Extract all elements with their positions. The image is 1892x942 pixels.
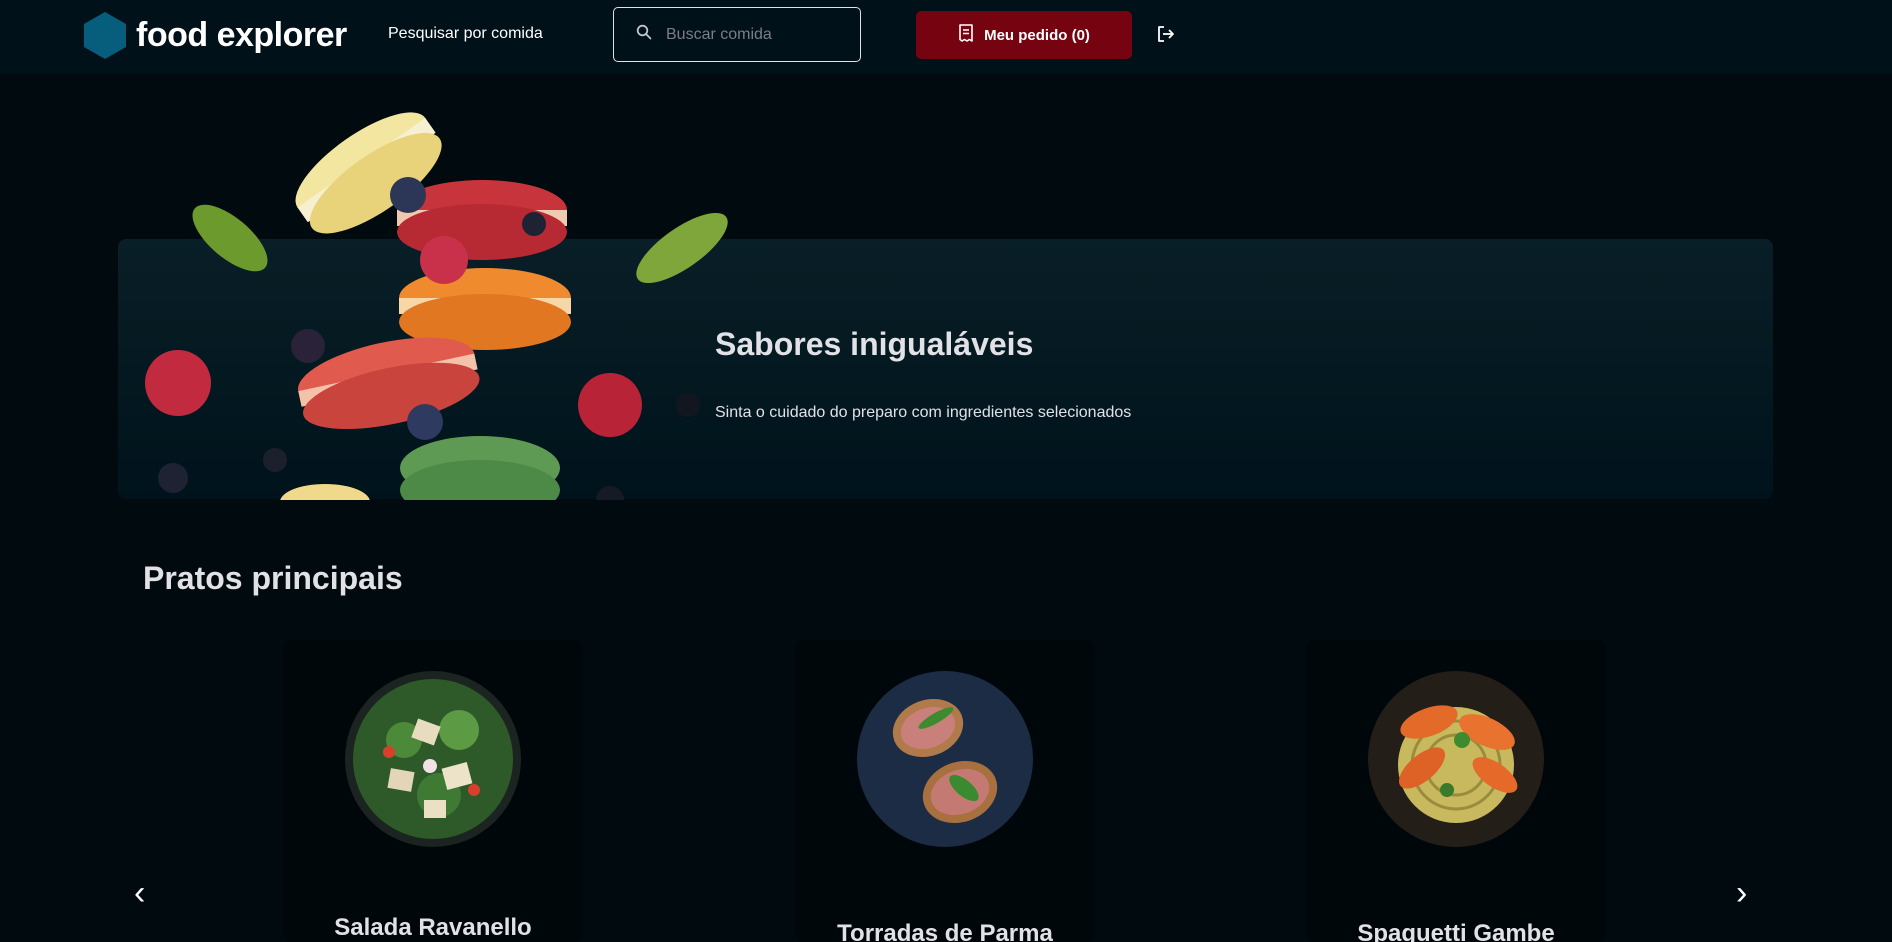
my-order-button[interactable]: Meu pedido (0)	[916, 11, 1132, 59]
search-by-food-link[interactable]: Pesquisar por comida	[388, 25, 543, 43]
hexagon-logo-icon	[82, 10, 128, 60]
dish-card[interactable]: Salada Ravanello	[283, 640, 583, 942]
top-header: food explorer Pesquisar por comida Meu p…	[0, 0, 1892, 74]
section-title: Pratos principais	[143, 560, 403, 596]
salad-plate-image	[344, 670, 522, 848]
toast-plate-image	[856, 670, 1034, 848]
dish-name: Torradas de Parma	[837, 920, 1053, 942]
search-icon	[636, 24, 652, 45]
macarons-illustration	[130, 90, 770, 500]
carousel-next-arrow[interactable]: ›	[1736, 876, 1747, 910]
logo[interactable]: food explorer	[82, 10, 347, 60]
search-input[interactable]	[666, 25, 836, 44]
search-box[interactable]	[613, 7, 861, 62]
dish-name: Salada Ravanello	[334, 914, 532, 941]
dish-name: Spaguetti Gambe	[1357, 920, 1555, 942]
carousel-prev-arrow[interactable]: ‹	[134, 876, 145, 910]
banner-subtitle: Sinta o cuidado do preparo com ingredien…	[715, 404, 1132, 421]
dish-card[interactable]: Torradas de Parma	[795, 640, 1095, 942]
brand-name: food explorer	[136, 15, 347, 54]
banner-title: Sabores inigualáveis	[715, 326, 1034, 362]
receipt-icon	[958, 24, 974, 46]
logout-icon[interactable]	[1156, 24, 1176, 49]
dish-card[interactable]: Spaguetti Gambe	[1306, 640, 1606, 942]
spaghetti-plate-image	[1367, 670, 1545, 848]
my-order-label: Meu pedido (0)	[984, 26, 1090, 44]
